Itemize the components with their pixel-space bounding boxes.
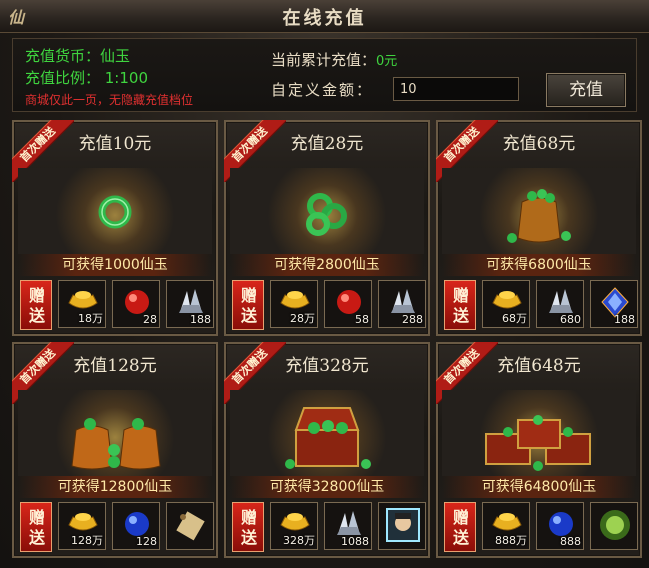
custom-amount-input[interactable] (393, 77, 519, 101)
treasure-chest-icon (230, 390, 424, 476)
reward-slot[interactable]: 1088 (324, 502, 372, 550)
jade-ring-icon (18, 168, 212, 254)
recharge-card[interactable]: 充值10元 首次赠送 可获得1000仙玉 赠送 18万 28 188 (12, 120, 218, 336)
bonus-rewards: 赠送 68万 680 188 (442, 280, 638, 330)
card-gain-label: 可获得12800仙玉 (18, 476, 212, 498)
bonus-rewards: 赠送 128万 128 (18, 502, 214, 552)
bonus-rewards: 赠送 328万 1088 (230, 502, 426, 552)
reward-slot[interactable]: 288 (378, 280, 426, 328)
bonus-gift-tag: 赠送 (232, 502, 264, 552)
reward-count: 18万 (78, 312, 103, 325)
reward-count: 1088 (341, 535, 369, 548)
card-gain-label: 可获得2800仙玉 (230, 254, 424, 276)
reward-slot[interactable]: 128 (112, 502, 160, 550)
recharge-card[interactable]: 充值68元 首次赠送 可获得6800仙玉 赠送 68万 680 188 (436, 120, 642, 336)
window-title: 在线充值 (282, 8, 367, 29)
reward-count: 288 (402, 313, 423, 326)
bonus-gift-tag: 赠送 (232, 280, 264, 330)
reward-count: 68万 (502, 312, 527, 325)
reward-slot[interactable] (378, 502, 426, 550)
cumulative-recharge: 当前累计充值：0元 (271, 49, 397, 70)
recharge-button[interactable]: 充值 (546, 73, 626, 107)
reward-count: 888 (560, 535, 581, 548)
jade-rings-icon (230, 168, 424, 254)
recharge-window: 仙 在线充值 充值货币：仙玉 充值比例： 1:100 商城仅此一页，无隐藏充值档… (0, 0, 649, 568)
recharge-card[interactable]: 充值128元 首次赠送 可获得12800仙玉 赠送 128万 128 (12, 342, 218, 558)
recharge-info-panel: 充值货币：仙玉 充值比例： 1:100 商城仅此一页，无隐藏充值档位 当前累计充… (12, 38, 637, 112)
bonus-gift-tag: 赠送 (20, 280, 52, 330)
reward-count: 128 (136, 535, 157, 548)
bonus-rewards: 赠送 18万 28 188 (18, 280, 214, 330)
jade-bags-icon (18, 390, 212, 476)
bonus-gift-tag: 赠送 (20, 502, 52, 552)
reward-count: 28万 (290, 312, 315, 325)
reward-count: 28 (143, 313, 157, 326)
card-gain-label: 可获得1000仙玉 (18, 254, 212, 276)
jade-bag-icon (442, 168, 636, 254)
reward-slot[interactable] (166, 502, 214, 550)
bonus-gift-tag: 赠送 (444, 502, 476, 552)
card-gain-label: 可获得6800仙玉 (442, 254, 636, 276)
reward-count: 328万 (283, 534, 315, 547)
reward-count: 888万 (495, 534, 527, 547)
bonus-rewards: 赠送 28万 58 288 (230, 280, 426, 330)
reward-slot[interactable]: 28 (112, 280, 160, 328)
card-gain-label: 可获得32800仙玉 (230, 476, 424, 498)
card-gain-label: 可获得64800仙玉 (442, 476, 636, 498)
reward-slot[interactable]: 128万 (58, 502, 106, 550)
currency-label: 充值货币：仙玉 (25, 47, 131, 65)
reward-slot[interactable]: 68万 (482, 280, 530, 328)
reward-slot[interactable]: 18万 (58, 280, 106, 328)
recharge-card[interactable]: 充值648元 首次赠送 可获得64800仙玉 赠送 888万 888 (436, 342, 642, 558)
store-note: 商城仅此一页，无隐藏充值档位 (25, 93, 194, 107)
bonus-gift-tag: 赠送 (444, 280, 476, 330)
cumulative-label: 当前累计充值： (271, 51, 377, 69)
reward-count: 188 (190, 313, 211, 326)
reward-slot[interactable]: 888 (536, 502, 584, 550)
reward-count: 128万 (71, 534, 103, 547)
recharge-card[interactable]: 充值328元 首次赠送 可获得32800仙玉 赠送 328万 1088 (224, 342, 430, 558)
reward-slot[interactable]: 28万 (270, 280, 318, 328)
reward-count: 680 (560, 313, 581, 326)
reward-slot[interactable]: 680 (536, 280, 584, 328)
reward-slot[interactable]: 188 (590, 280, 638, 328)
reward-slot[interactable]: 328万 (270, 502, 318, 550)
custom-amount-label: 自定义金额： (271, 81, 374, 99)
reward-slot[interactable]: 58 (324, 280, 372, 328)
cumulative-value: 0元 (376, 54, 398, 69)
reward-count: 58 (355, 313, 369, 326)
title-bar: 仙 在线充值 (0, 0, 649, 33)
reward-slot[interactable]: 188 (166, 280, 214, 328)
treasure-chests-icon (442, 390, 636, 476)
ratio-label: 充值比例： 1:100 (25, 69, 148, 87)
reward-slot[interactable] (590, 502, 638, 550)
recharge-card[interactable]: 充值28元 首次赠送 可获得2800仙玉 赠送 28万 58 288 (224, 120, 430, 336)
bonus-rewards: 赠送 888万 888 (442, 502, 638, 552)
reward-slot[interactable]: 888万 (482, 502, 530, 550)
reward-count: 188 (614, 313, 635, 326)
